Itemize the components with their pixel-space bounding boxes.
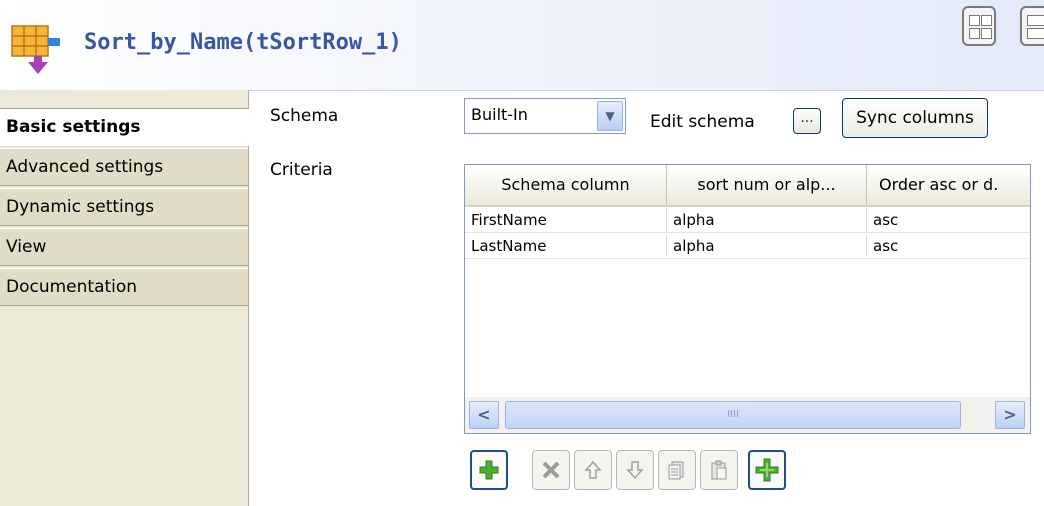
- chevron-down-icon[interactable]: ▼: [597, 101, 623, 131]
- move-up-button[interactable]: [574, 450, 612, 490]
- move-down-button[interactable]: [616, 450, 654, 490]
- column-header-order[interactable]: Order asc or d.: [867, 165, 1030, 205]
- tab-dynamic-settings[interactable]: Dynamic settings: [0, 188, 248, 226]
- edit-schema-label: Edit schema: [650, 112, 755, 132]
- edit-schema-button[interactable]: ...: [793, 108, 821, 134]
- scroll-thumb[interactable]: IIII: [505, 401, 961, 429]
- tab-label: Basic settings: [6, 117, 141, 137]
- cell-schema-column[interactable]: FirstName: [465, 209, 667, 231]
- column-header-schema-column[interactable]: Schema column: [465, 165, 667, 205]
- column-header-sort-type[interactable]: sort num or alp...: [667, 165, 867, 205]
- horizontal-scrollbar[interactable]: < IIII >: [465, 397, 1030, 433]
- tab-basic-settings[interactable]: Basic settings: [0, 108, 249, 146]
- table-header: Schema column sort num or alp... Order a…: [465, 165, 1030, 207]
- tab-label: Advanced settings: [6, 157, 164, 177]
- table-row[interactable]: FirstName alpha asc: [465, 209, 1030, 231]
- copy-button[interactable]: [658, 450, 696, 490]
- component-header: Sort_by_Name(tSortRow_1): [0, 0, 1044, 91]
- cell-order[interactable]: asc: [867, 235, 1030, 257]
- move-up-icon: [584, 460, 602, 479]
- add-icon: [479, 460, 499, 480]
- row-divider: [465, 232, 1030, 233]
- schema-select-value: Built-In: [471, 105, 528, 124]
- tab-label: View: [6, 237, 47, 257]
- component-title: Sort_by_Name(tSortRow_1): [84, 30, 402, 55]
- cell-order[interactable]: asc: [867, 209, 1030, 231]
- paste-button[interactable]: [700, 450, 738, 490]
- criteria-table[interactable]: Schema column sort num or alp... Order a…: [464, 164, 1031, 434]
- table-row[interactable]: LastName alpha asc: [465, 235, 1030, 257]
- scroll-left-icon[interactable]: <: [469, 401, 499, 429]
- schema-select[interactable]: Built-In ▼: [464, 98, 626, 134]
- add-all-columns-button[interactable]: [748, 450, 786, 490]
- add-all-icon: [755, 458, 779, 482]
- tab-label: Documentation: [6, 277, 138, 297]
- add-row-button[interactable]: [470, 450, 508, 490]
- row-divider: [465, 258, 1030, 259]
- settings-sidebar: Basic settings Advanced settings Dynamic…: [0, 90, 249, 506]
- grid-layout-icon[interactable]: [962, 6, 996, 46]
- tab-advanced-settings[interactable]: Advanced settings: [0, 148, 248, 186]
- tab-documentation[interactable]: Documentation: [0, 268, 248, 306]
- copy-icon: [668, 461, 684, 480]
- tab-label: Dynamic settings: [6, 197, 155, 217]
- tsortrow-component-icon: [11, 25, 60, 74]
- tab-view[interactable]: View: [0, 228, 248, 266]
- cell-sort-type[interactable]: alpha: [667, 209, 867, 231]
- paste-icon: [711, 460, 727, 480]
- list-layout-icon[interactable]: [1020, 6, 1044, 46]
- delete-row-button[interactable]: [532, 450, 570, 490]
- cell-schema-column[interactable]: LastName: [465, 235, 667, 257]
- scroll-right-icon[interactable]: >: [995, 401, 1025, 429]
- delete-icon: [542, 461, 560, 479]
- move-down-icon: [626, 461, 644, 480]
- criteria-label: Criteria: [270, 160, 333, 180]
- schema-label: Schema: [270, 106, 339, 126]
- sync-columns-button[interactable]: Sync columns: [842, 98, 988, 138]
- cell-sort-type[interactable]: alpha: [667, 235, 867, 257]
